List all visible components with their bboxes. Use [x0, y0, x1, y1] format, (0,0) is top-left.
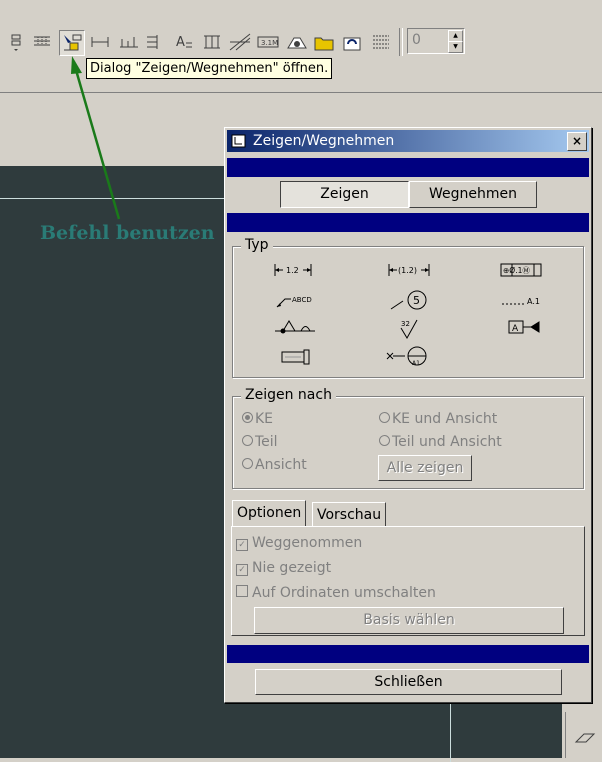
close-icon[interactable]: ×: [567, 132, 587, 151]
choose-base-button[interactable]: Basis wählen: [254, 607, 564, 634]
datum-target-type-icon[interactable]: A1: [385, 345, 431, 367]
svg-text:A: A: [512, 324, 519, 334]
header-bar: [227, 158, 589, 177]
check-icon: ✓: [236, 539, 248, 551]
tab-preview[interactable]: Vorschau: [312, 502, 387, 527]
show-remove-dialog: Zeigen/Wegnehmen × Zeigen Wegnehmen Typ …: [224, 127, 592, 703]
tab-options[interactable]: Optionen: [232, 500, 307, 527]
svg-text:A1: A1: [412, 360, 420, 367]
header-bar: [227, 213, 589, 232]
footer-bar: [227, 645, 589, 663]
reference-dimension-type-icon[interactable]: (1.2): [387, 262, 431, 278]
radio-label: Teil: [255, 434, 278, 450]
radio-feature[interactable]: KE: [242, 411, 273, 427]
dialog-title: Zeigen/Wegnehmen: [253, 133, 395, 149]
check-icon: ✓: [236, 564, 248, 576]
svg-text:A.1: A.1: [527, 297, 540, 306]
checkbox-label: Nie gezeigt: [252, 560, 332, 576]
never-shown-checkbox[interactable]: ✓ Nie gezeigt: [236, 560, 331, 576]
radio-label: KE: [255, 411, 274, 427]
radio-dot-icon: [379, 435, 390, 446]
note-type-icon[interactable]: ABCD: [275, 291, 319, 309]
svg-text:5: 5: [413, 294, 420, 307]
checkbox-box: [236, 585, 248, 597]
radio-label: KE und Ansicht: [392, 411, 498, 427]
checkbox-label: Auf Ordinaten umschalten: [252, 585, 436, 601]
remove-mode-button[interactable]: Wegnehmen: [409, 181, 537, 208]
svg-text:ABCD: ABCD: [292, 296, 312, 304]
show-all-button[interactable]: Alle zeigen: [378, 455, 472, 481]
radio-dot-icon: [242, 412, 253, 423]
dimension-type-icon[interactable]: 1.2: [273, 262, 313, 278]
radio-label: Ansicht: [255, 457, 307, 473]
show-by-label: Zeigen nach: [241, 387, 336, 403]
axis-type-icon[interactable]: A.1: [500, 293, 544, 309]
svg-text:32: 32: [401, 320, 410, 328]
type-group-label: Typ: [241, 237, 273, 253]
svg-text:(1.2): (1.2): [398, 266, 417, 275]
radio-view[interactable]: Ansicht: [242, 457, 307, 473]
radio-feature-and-view[interactable]: KE und Ansicht: [379, 411, 497, 427]
cosmetic-feature-type-icon[interactable]: [280, 349, 312, 365]
checkbox-label: Weggenommen: [252, 535, 363, 551]
datum-type-icon[interactable]: A: [507, 319, 543, 335]
radio-dot-icon: [242, 458, 253, 469]
balloon-type-icon[interactable]: 5: [389, 289, 431, 311]
dialog-titlebar[interactable]: Zeigen/Wegnehmen ×: [227, 130, 589, 152]
svg-text:⊕Ø.1Ⓜ: ⊕Ø.1Ⓜ: [503, 266, 530, 275]
radio-dot-icon: [379, 412, 390, 423]
surface-finish-type-icon[interactable]: 32: [395, 318, 425, 340]
close-button[interactable]: Schließen: [255, 669, 562, 695]
symbol-type-icon[interactable]: [273, 317, 317, 339]
toggle-ordinates-checkbox[interactable]: Auf Ordinaten umschalten: [236, 585, 436, 601]
geometric-tolerance-type-icon[interactable]: ⊕Ø.1Ⓜ: [500, 263, 542, 277]
radio-part[interactable]: Teil: [242, 434, 278, 450]
show-mode-button[interactable]: Zeigen: [280, 181, 409, 208]
svg-text:1.2: 1.2: [286, 266, 299, 275]
radio-label: Teil und Ansicht: [392, 434, 502, 450]
radio-dot-icon: [242, 435, 253, 446]
radio-part-and-view[interactable]: Teil und Ansicht: [379, 434, 502, 450]
dialog-icon: [231, 134, 246, 148]
removed-checkbox[interactable]: ✓ Weggenommen: [236, 535, 362, 551]
